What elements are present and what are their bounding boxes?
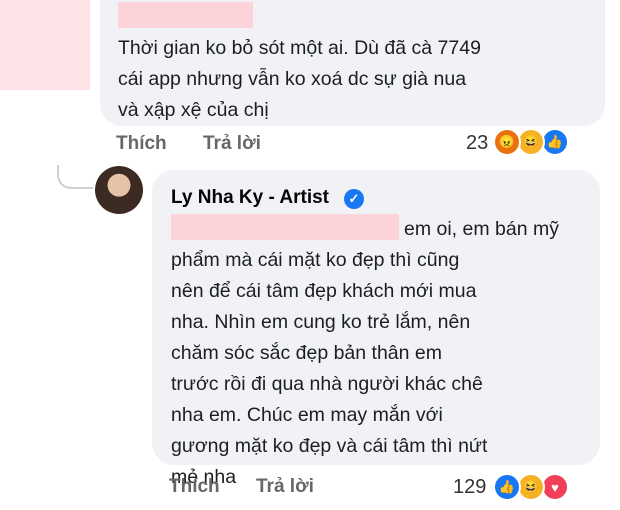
love-reaction-icon[interactable]: ♥: [541, 473, 569, 501]
comment-2-author[interactable]: Ly Nha Ky - Artist: [171, 187, 329, 209]
reply-thread-line: [57, 165, 93, 189]
comment-1-text: Thời gian ko bỏ sót một ai. Dù đã cà 774…: [118, 37, 481, 121]
avatar[interactable]: [95, 166, 143, 214]
comment-1-like-button[interactable]: Thích: [116, 133, 167, 155]
redacted-avatar: [0, 0, 90, 90]
comment-2-reaction-count[interactable]: 129: [453, 476, 486, 499]
comment-1-reply-button[interactable]: Trả lời: [203, 133, 261, 155]
comment-1-reaction-count[interactable]: 23: [466, 132, 488, 155]
verified-badge-icon: ✓: [344, 189, 364, 209]
like-reaction-icon[interactable]: 👍: [493, 473, 521, 501]
redacted-mention: [171, 214, 399, 240]
comment-2-text: phẩm mà cái mặt ko đẹp thì cũng nên để c…: [171, 249, 488, 488]
haha-reaction-icon[interactable]: 😆: [517, 128, 545, 156]
comment-2-reply-button[interactable]: Trả lời: [256, 476, 314, 498]
comment-2-like-button[interactable]: Thích: [169, 476, 220, 498]
haha-reaction-icon[interactable]: 😆: [517, 473, 545, 501]
redacted-author-name: [118, 2, 253, 28]
like-reaction-icon[interactable]: 👍: [541, 128, 569, 156]
angry-reaction-icon[interactable]: 😠: [493, 128, 521, 156]
comment-2-text-first-line: em oi, em bán mỹ: [404, 218, 559, 240]
